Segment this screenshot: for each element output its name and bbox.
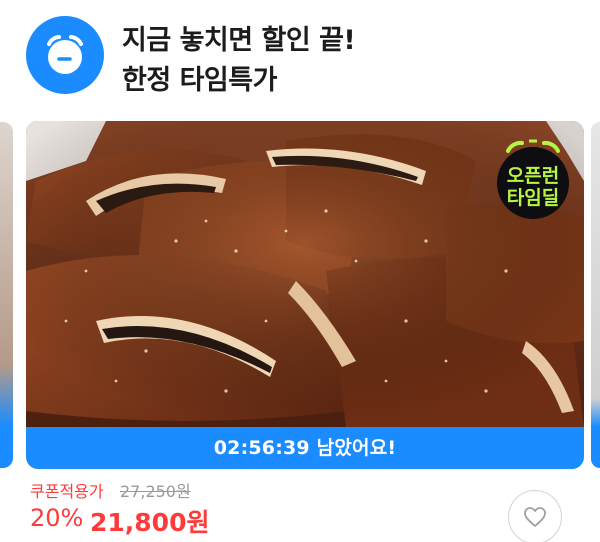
badge-line2: 타임딜 bbox=[506, 187, 560, 209]
like-button[interactable] bbox=[508, 490, 562, 542]
deal-title: 지금 놓치면 할인 끝! bbox=[122, 25, 356, 56]
previous-card-peek[interactable] bbox=[0, 122, 13, 468]
sale-price: 21,800원 bbox=[90, 508, 210, 537]
product-card[interactable]: 오픈런 타임딜 02:56:39 남았어요! bbox=[26, 121, 584, 469]
badge-line1: 오픈런 bbox=[506, 165, 560, 187]
next-card-peek[interactable] bbox=[591, 122, 600, 468]
deal-header: 지금 놓치면 할인 끝! 한정 타임특가 bbox=[26, 16, 586, 96]
heart-outline-icon bbox=[524, 507, 546, 527]
deal-subtitle: 한정 타임특가 bbox=[122, 65, 277, 96]
alarm-clock-icon bbox=[26, 16, 104, 94]
discount-rate: 20% bbox=[30, 504, 84, 532]
coupon-price-label: 쿠폰적용가 bbox=[30, 482, 104, 501]
original-price: 27,250원 bbox=[120, 482, 191, 501]
open-run-time-deal-badge: 오픈런 타임딜 bbox=[496, 131, 570, 221]
countdown-timer-bar: 02:56:39 남았어요! bbox=[26, 427, 584, 469]
